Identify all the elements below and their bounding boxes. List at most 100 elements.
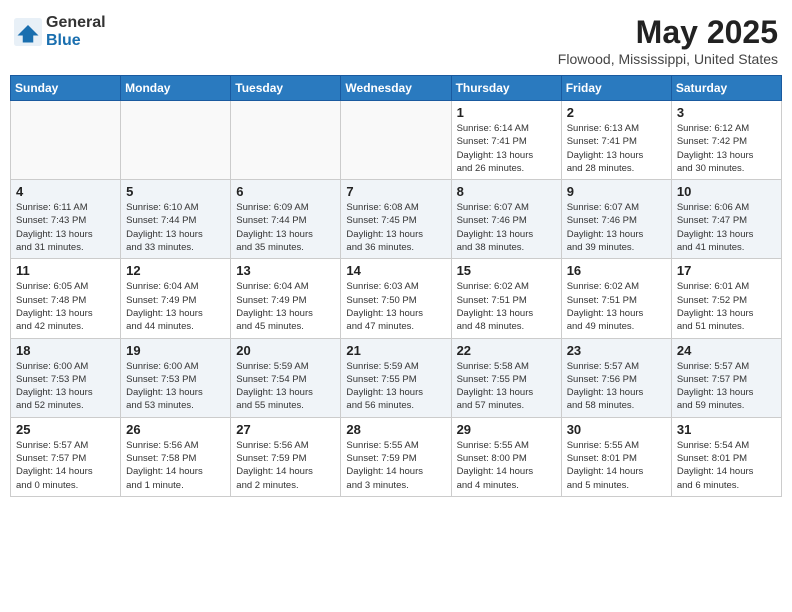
- day-info: Sunrise: 5:57 AM Sunset: 7:56 PM Dayligh…: [567, 360, 666, 413]
- day-info: Sunrise: 5:55 AM Sunset: 8:01 PM Dayligh…: [567, 439, 666, 492]
- calendar-cell: 17 Sunrise: 6:01 AM Sunset: 7:52 PM Dayli…: [671, 259, 781, 338]
- day-info: Sunrise: 6:08 AM Sunset: 7:45 PM Dayligh…: [346, 201, 445, 254]
- logo-text: General Blue: [46, 14, 106, 49]
- calendar-cell: 3 Sunrise: 6:12 AM Sunset: 7:42 PM Daylig…: [671, 101, 781, 180]
- weekday-header: Thursday: [451, 76, 561, 101]
- day-number: 16: [567, 263, 666, 278]
- day-info: Sunrise: 6:05 AM Sunset: 7:48 PM Dayligh…: [16, 280, 115, 333]
- calendar-cell: 15 Sunrise: 6:02 AM Sunset: 7:51 PM Dayli…: [451, 259, 561, 338]
- day-number: 26: [126, 422, 225, 437]
- day-info: Sunrise: 5:54 AM Sunset: 8:01 PM Dayligh…: [677, 439, 776, 492]
- day-info: Sunrise: 6:09 AM Sunset: 7:44 PM Dayligh…: [236, 201, 335, 254]
- weekday-header-row: SundayMondayTuesdayWednesdayThursdayFrid…: [11, 76, 782, 101]
- day-number: 13: [236, 263, 335, 278]
- calendar-cell: [231, 101, 341, 180]
- calendar-cell: 4 Sunrise: 6:11 AM Sunset: 7:43 PM Daylig…: [11, 180, 121, 259]
- day-number: 30: [567, 422, 666, 437]
- day-number: 23: [567, 343, 666, 358]
- day-info: Sunrise: 5:57 AM Sunset: 7:57 PM Dayligh…: [16, 439, 115, 492]
- day-info: Sunrise: 6:10 AM Sunset: 7:44 PM Dayligh…: [126, 201, 225, 254]
- calendar-week-row: 25 Sunrise: 5:57 AM Sunset: 7:57 PM Dayli…: [11, 417, 782, 496]
- day-number: 12: [126, 263, 225, 278]
- day-number: 7: [346, 184, 445, 199]
- day-info: Sunrise: 6:07 AM Sunset: 7:46 PM Dayligh…: [567, 201, 666, 254]
- calendar-cell: 10Sunrise: 6:06 AM Sunset: 7:47 PM Dayli…: [671, 180, 781, 259]
- calendar-cell: 31Sunrise: 5:54 AM Sunset: 8:01 PM Dayli…: [671, 417, 781, 496]
- day-number: 27: [236, 422, 335, 437]
- logo: General Blue: [14, 14, 106, 49]
- calendar-cell: 25 Sunrise: 5:57 AM Sunset: 7:57 PM Dayli…: [11, 417, 121, 496]
- calendar-cell: 24 Sunrise: 5:57 AM Sunset: 7:57 PM Dayli…: [671, 338, 781, 417]
- calendar-cell: 20 Sunrise: 5:59 AM Sunset: 7:54 PM Dayli…: [231, 338, 341, 417]
- day-number: 14: [346, 263, 445, 278]
- calendar-cell: 12Sunrise: 6:04 AM Sunset: 7:49 PM Dayli…: [121, 259, 231, 338]
- calendar-week-row: 4 Sunrise: 6:11 AM Sunset: 7:43 PM Daylig…: [11, 180, 782, 259]
- calendar-cell: 27 Sunrise: 5:56 AM Sunset: 7:59 PM Dayli…: [231, 417, 341, 496]
- day-number: 28: [346, 422, 445, 437]
- day-number: 4: [16, 184, 115, 199]
- day-info: Sunrise: 6:03 AM Sunset: 7:50 PM Dayligh…: [346, 280, 445, 333]
- calendar-cell: 22Sunrise: 5:58 AM Sunset: 7:55 PM Dayli…: [451, 338, 561, 417]
- calendar-cell: 19Sunrise: 6:00 AM Sunset: 7:53 PM Dayli…: [121, 338, 231, 417]
- calendar-cell: 14 Sunrise: 6:03 AM Sunset: 7:50 PM Dayli…: [341, 259, 451, 338]
- calendar-cell: 26 Sunrise: 5:56 AM Sunset: 7:58 PM Dayli…: [121, 417, 231, 496]
- day-number: 17: [677, 263, 776, 278]
- calendar-cell: 6 Sunrise: 6:09 AM Sunset: 7:44 PM Daylig…: [231, 180, 341, 259]
- day-info: Sunrise: 6:01 AM Sunset: 7:52 PM Dayligh…: [677, 280, 776, 333]
- calendar-cell: 28 Sunrise: 5:55 AM Sunset: 7:59 PM Dayli…: [341, 417, 451, 496]
- weekday-header: Tuesday: [231, 76, 341, 101]
- day-info: Sunrise: 5:55 AM Sunset: 8:00 PM Dayligh…: [457, 439, 556, 492]
- calendar-cell: 18Sunrise: 6:00 AM Sunset: 7:53 PM Dayli…: [11, 338, 121, 417]
- day-number: 10: [677, 184, 776, 199]
- day-number: 15: [457, 263, 556, 278]
- logo-icon: [14, 18, 42, 46]
- day-info: Sunrise: 6:04 AM Sunset: 7:49 PM Dayligh…: [236, 280, 335, 333]
- day-number: 9: [567, 184, 666, 199]
- day-info: Sunrise: 6:13 AM Sunset: 7:41 PM Dayligh…: [567, 122, 666, 175]
- calendar-cell: 13 Sunrise: 6:04 AM Sunset: 7:49 PM Dayli…: [231, 259, 341, 338]
- day-number: 3: [677, 105, 776, 120]
- calendar-week-row: 18Sunrise: 6:00 AM Sunset: 7:53 PM Dayli…: [11, 338, 782, 417]
- day-number: 21: [346, 343, 445, 358]
- day-info: Sunrise: 6:12 AM Sunset: 7:42 PM Dayligh…: [677, 122, 776, 175]
- weekday-header: Saturday: [671, 76, 781, 101]
- day-info: Sunrise: 5:59 AM Sunset: 7:55 PM Dayligh…: [346, 360, 445, 413]
- day-number: 2: [567, 105, 666, 120]
- calendar-cell: [11, 101, 121, 180]
- day-info: Sunrise: 6:14 AM Sunset: 7:41 PM Dayligh…: [457, 122, 556, 175]
- weekday-header: Wednesday: [341, 76, 451, 101]
- calendar-cell: 21 Sunrise: 5:59 AM Sunset: 7:55 PM Dayli…: [341, 338, 451, 417]
- day-info: Sunrise: 5:55 AM Sunset: 7:59 PM Dayligh…: [346, 439, 445, 492]
- day-info: Sunrise: 5:56 AM Sunset: 7:59 PM Dayligh…: [236, 439, 335, 492]
- calendar-cell: 5Sunrise: 6:10 AM Sunset: 7:44 PM Daylig…: [121, 180, 231, 259]
- logo-blue: Blue: [46, 32, 106, 50]
- title-area: May 2025 Flowood, Mississippi, United St…: [558, 14, 778, 67]
- day-info: Sunrise: 5:57 AM Sunset: 7:57 PM Dayligh…: [677, 360, 776, 413]
- day-info: Sunrise: 5:59 AM Sunset: 7:54 PM Dayligh…: [236, 360, 335, 413]
- calendar-cell: 7 Sunrise: 6:08 AM Sunset: 7:45 PM Daylig…: [341, 180, 451, 259]
- day-number: 11: [16, 263, 115, 278]
- month-title: May 2025: [558, 14, 778, 51]
- weekday-header: Monday: [121, 76, 231, 101]
- calendar-cell: 23 Sunrise: 5:57 AM Sunset: 7:56 PM Dayli…: [561, 338, 671, 417]
- calendar-cell: 29Sunrise: 5:55 AM Sunset: 8:00 PM Dayli…: [451, 417, 561, 496]
- day-number: 25: [16, 422, 115, 437]
- calendar-cell: [341, 101, 451, 180]
- page-header: General Blue May 2025 Flowood, Mississip…: [10, 10, 782, 67]
- calendar-cell: 9 Sunrise: 6:07 AM Sunset: 7:46 PM Daylig…: [561, 180, 671, 259]
- day-number: 24: [677, 343, 776, 358]
- day-info: Sunrise: 6:07 AM Sunset: 7:46 PM Dayligh…: [457, 201, 556, 254]
- day-info: Sunrise: 6:00 AM Sunset: 7:53 PM Dayligh…: [16, 360, 115, 413]
- day-info: Sunrise: 6:11 AM Sunset: 7:43 PM Dayligh…: [16, 201, 115, 254]
- day-info: Sunrise: 6:02 AM Sunset: 7:51 PM Dayligh…: [567, 280, 666, 333]
- calendar-week-row: 1Sunrise: 6:14 AM Sunset: 7:41 PM Daylig…: [11, 101, 782, 180]
- weekday-header: Sunday: [11, 76, 121, 101]
- calendar-table: SundayMondayTuesdayWednesdayThursdayFrid…: [10, 75, 782, 497]
- day-info: Sunrise: 5:56 AM Sunset: 7:58 PM Dayligh…: [126, 439, 225, 492]
- calendar-week-row: 11 Sunrise: 6:05 AM Sunset: 7:48 PM Dayli…: [11, 259, 782, 338]
- day-info: Sunrise: 5:58 AM Sunset: 7:55 PM Dayligh…: [457, 360, 556, 413]
- day-number: 6: [236, 184, 335, 199]
- calendar-cell: 30 Sunrise: 5:55 AM Sunset: 8:01 PM Dayli…: [561, 417, 671, 496]
- day-number: 20: [236, 343, 335, 358]
- day-info: Sunrise: 6:02 AM Sunset: 7:51 PM Dayligh…: [457, 280, 556, 333]
